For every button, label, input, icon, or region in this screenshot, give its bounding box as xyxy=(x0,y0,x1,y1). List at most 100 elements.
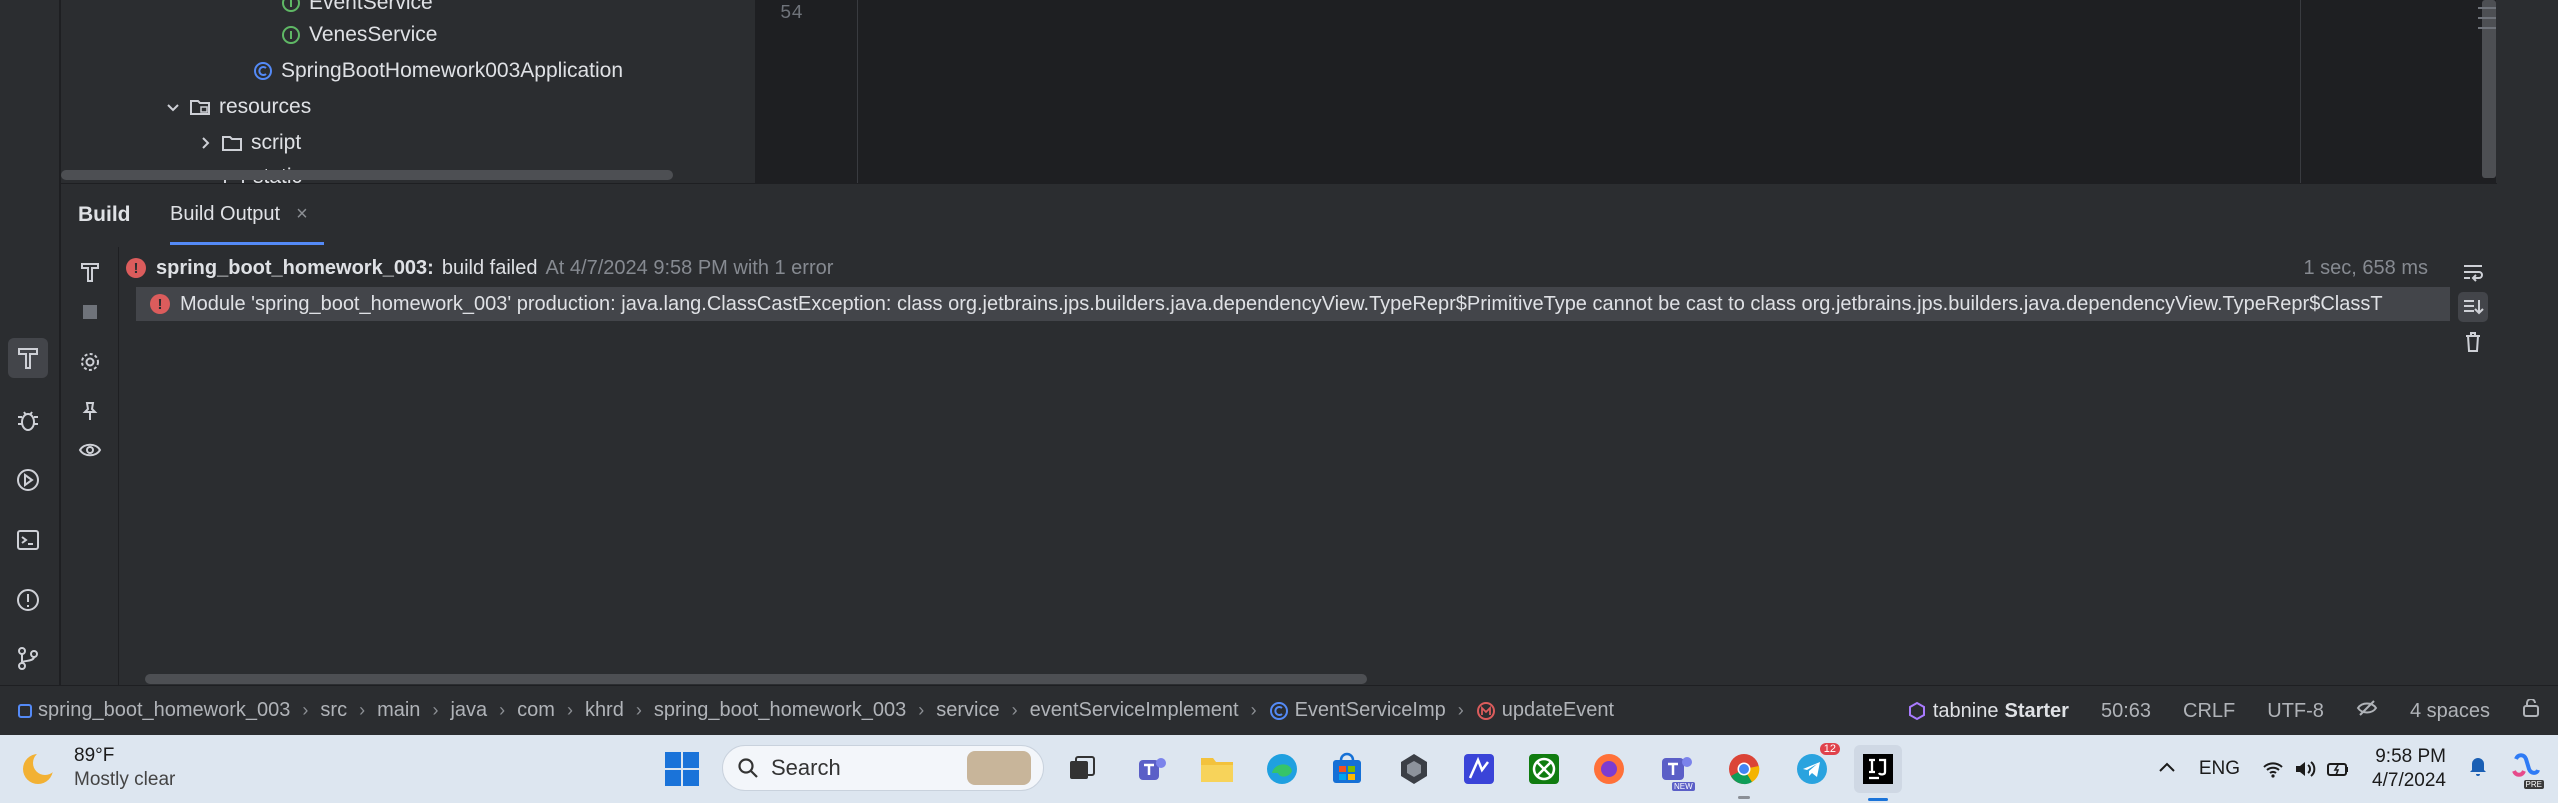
scroll-to-end-icon[interactable] xyxy=(2458,292,2488,322)
copilot-icon[interactable]: PRE xyxy=(2510,751,2544,789)
build-summary-row[interactable]: ! spring_boot_homework_003: build failed… xyxy=(120,251,2450,285)
chrome-icon[interactable] xyxy=(1720,745,1768,799)
app-hexagon-icon[interactable] xyxy=(1390,745,1438,793)
tree-item[interactable]: resources xyxy=(165,90,311,124)
search-highlight-image xyxy=(967,751,1031,785)
input-language[interactable]: ENG xyxy=(2199,758,2240,780)
interface-icon xyxy=(281,25,301,45)
breadcrumb-item[interactable]: EventServiceImp xyxy=(1269,699,1446,722)
breadcrumb-item[interactable]: khrd xyxy=(585,699,624,722)
editor-stripe-marks-icon xyxy=(2476,4,2498,30)
caret-position[interactable]: 50:63 xyxy=(2101,700,2151,723)
gear-icon[interactable] xyxy=(75,347,105,377)
stop-icon[interactable] xyxy=(75,297,105,327)
chevron-right-icon: › xyxy=(432,700,439,720)
battery-icon xyxy=(2327,763,2349,776)
tree-item[interactable]: script xyxy=(197,126,301,160)
xbox-icon[interactable] xyxy=(1520,745,1568,793)
task-view-icon[interactable] xyxy=(1058,745,1106,793)
breadcrumb-item[interactable]: main xyxy=(377,699,420,722)
left-tool-strip xyxy=(0,0,60,685)
pin-icon[interactable] xyxy=(75,396,105,426)
code-editor[interactable] xyxy=(755,0,2495,183)
breadcrumb-label: updateEvent xyxy=(1501,699,1615,721)
breadcrumb-item[interactable]: com xyxy=(517,699,555,722)
tree-item[interactable]: EventService xyxy=(281,0,433,20)
taskbar-search[interactable]: Search xyxy=(722,745,1044,791)
teams-chat-icon[interactable] xyxy=(1128,745,1176,793)
close-icon[interactable]: × xyxy=(296,203,308,226)
breadcrumb-item[interactable]: spring_boot_homework_003 xyxy=(18,699,290,722)
console-horizontal-scrollbar[interactable] xyxy=(145,674,1367,684)
breadcrumb-item[interactable]: java xyxy=(450,699,487,722)
teams-new-badge: NEW xyxy=(1672,782,1695,791)
tree-horizontal-scrollbar[interactable] xyxy=(61,170,673,180)
breadcrumb-label: spring_boot_homework_003 xyxy=(38,699,291,721)
search-placeholder: Search xyxy=(771,755,841,780)
lock-icon[interactable] xyxy=(2522,698,2540,723)
tab-label: Build Output xyxy=(170,203,281,225)
tree-item[interactable]: VenesService xyxy=(281,18,437,52)
chevron-right-icon: › xyxy=(499,700,506,720)
build-output-console[interactable]: ! spring_boot_homework_003: build failed… xyxy=(120,247,2450,685)
project-tree: EventService VenesService SpringBootHome… xyxy=(61,0,755,183)
status-widgets: tabnine Starter 50:63 CRLF UTF-8 4 space… xyxy=(1907,686,2540,736)
weather-temperature: 89°F xyxy=(74,745,115,766)
problems-icon[interactable] xyxy=(8,580,48,620)
microsoft-store-icon[interactable] xyxy=(1323,745,1371,793)
chevron-right-icon: › xyxy=(918,700,925,720)
tree-item[interactable]: SpringBootHomework003Application xyxy=(253,54,623,88)
build-hammer-icon[interactable] xyxy=(8,338,48,378)
windows-start-icon[interactable] xyxy=(658,745,706,793)
weather-condition: Mostly clear xyxy=(74,769,176,790)
network-volume-battery[interactable] xyxy=(2262,759,2350,779)
terminal-icon[interactable] xyxy=(8,520,48,560)
breadcrumb-item[interactable]: updateEvent xyxy=(1476,699,1614,722)
moon-weather-icon xyxy=(23,751,57,784)
notification-bell-icon[interactable] xyxy=(2468,755,2488,783)
weather-widget[interactable]: 89°F Mostly clear xyxy=(18,743,218,795)
eye-icon[interactable] xyxy=(75,435,105,465)
build-header xyxy=(61,184,2497,246)
module-icon xyxy=(18,703,32,718)
file-encoding[interactable]: UTF-8 xyxy=(2267,700,2324,723)
folder-icon xyxy=(221,133,243,153)
file-explorer-icon[interactable] xyxy=(1193,745,1241,793)
trash-icon[interactable] xyxy=(2458,327,2488,357)
breadcrumb-label: EventServiceImp xyxy=(1294,699,1446,721)
edge-browser-icon[interactable] xyxy=(1258,745,1306,793)
breadcrumb-item[interactable]: eventServiceImplement xyxy=(1030,699,1239,722)
error-message: Module 'spring_boot_homework_003' produc… xyxy=(180,292,2383,315)
indent-setting[interactable]: 4 spaces xyxy=(2410,700,2490,723)
firefox-icon[interactable] xyxy=(1585,745,1633,793)
services-icon[interactable] xyxy=(8,460,48,500)
chevron-down-icon[interactable] xyxy=(165,99,181,115)
build-error-row[interactable]: ! Module 'spring_boot_homework_003' prod… xyxy=(136,287,2450,321)
copilot-pre-badge: PRE xyxy=(2523,780,2544,789)
active-indicator xyxy=(1868,798,1888,801)
status-bar: spring_boot_homework_003 › src › main › … xyxy=(0,685,2558,735)
tree-item-label: EventService xyxy=(309,0,433,14)
app-editor-icon[interactable] xyxy=(1455,745,1503,793)
breadcrumb: spring_boot_homework_003 › src › main › … xyxy=(0,699,1614,722)
breadcrumb-item[interactable]: service xyxy=(936,699,999,722)
debug-bug-icon[interactable] xyxy=(8,400,48,440)
tabnine-widget[interactable]: tabnine Starter xyxy=(1907,700,2069,723)
chevron-right-icon[interactable] xyxy=(197,135,213,151)
clock[interactable]: 9:58 PM 4/7/2024 xyxy=(2372,745,2446,793)
chevron-up-icon[interactable] xyxy=(2157,758,2177,780)
soft-wrap-icon[interactable] xyxy=(2458,257,2488,287)
rebuild-hammer-icon[interactable] xyxy=(75,257,105,287)
teams-icon[interactable]: NEW xyxy=(1652,745,1700,793)
intellij-idea-icon[interactable] xyxy=(1854,745,1902,801)
breadcrumb-item[interactable]: src xyxy=(320,699,347,722)
inspections-icon[interactable] xyxy=(2356,698,2378,724)
telegram-icon[interactable]: 12 xyxy=(1788,743,1840,793)
tab-build-output[interactable]: Build Output × xyxy=(170,187,324,245)
git-branch-icon[interactable] xyxy=(8,638,48,678)
build-detail: At 4/7/2024 9:58 PM with 1 error xyxy=(545,256,834,279)
breadcrumb-item[interactable]: spring_boot_homework_003 xyxy=(654,699,906,722)
line-ending[interactable]: CRLF xyxy=(2183,700,2235,723)
tree-item-label: VenesService xyxy=(309,23,438,46)
chevron-right-icon: › xyxy=(1011,700,1018,720)
